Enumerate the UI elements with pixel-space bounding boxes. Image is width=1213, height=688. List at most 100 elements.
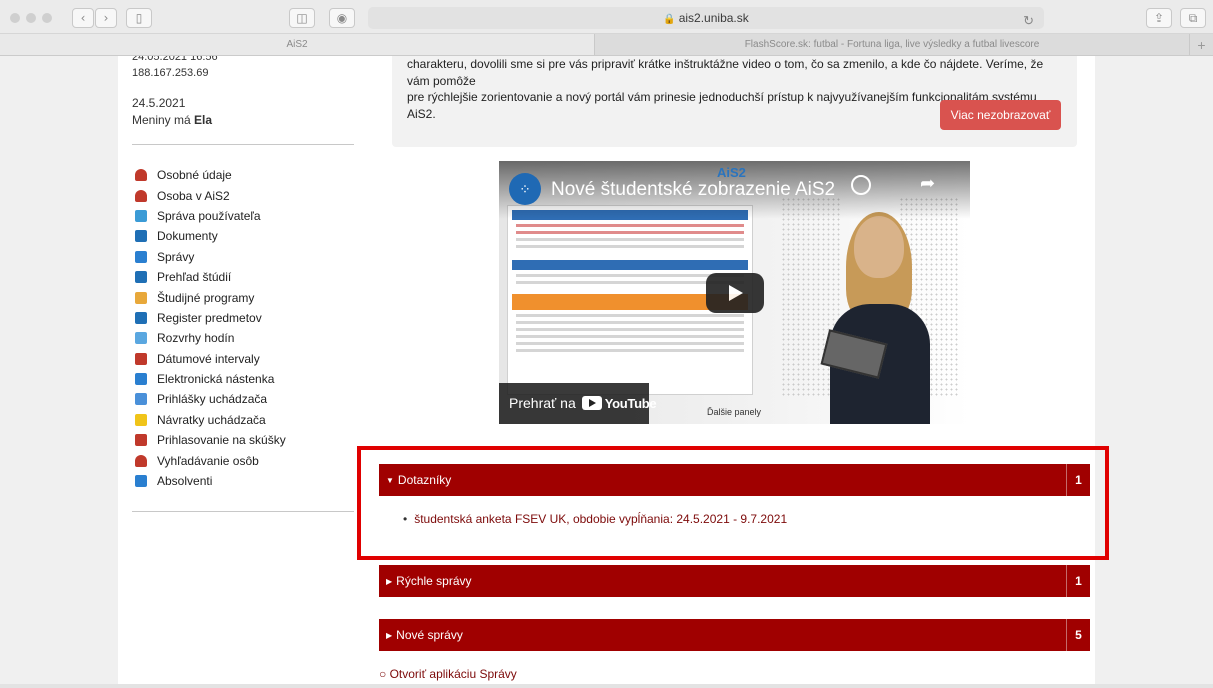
divider xyxy=(132,511,354,513)
sidebar-item-label: Elektronická nástenka xyxy=(157,372,275,387)
person-icon xyxy=(135,169,147,182)
panel-title-text: Rýchle správy xyxy=(396,574,472,588)
watch-later-icon[interactable] xyxy=(851,175,871,195)
youtube-prefix: Prehrať na xyxy=(509,395,576,411)
sidebar-item-osobne-udaje[interactable]: Osobné údaje xyxy=(132,165,357,185)
dismiss-button[interactable]: Viac nezobrazovať xyxy=(940,100,1061,130)
sidebar-item-label: Prehľad štúdií xyxy=(157,270,232,285)
sidebar: 24.05.2021 16:56 188.167.253.69 24.5.202… xyxy=(132,56,357,532)
video-player[interactable]: AiS2 ⁘ Nové študentské zobrazenie AiS2 ➦… xyxy=(499,161,970,424)
sidebar-item-sprava-pouzivatela[interactable]: Správa používateľa xyxy=(132,206,357,226)
ip-address: 188.167.253.69 xyxy=(132,67,209,79)
share-icon[interactable]: ⇪ xyxy=(1146,8,1172,28)
bottom-edge xyxy=(0,684,1213,688)
lock-icon: 🔒 xyxy=(663,14,676,25)
youtube-logo-icon xyxy=(581,396,602,411)
tab-ais2[interactable]: AiS2 xyxy=(0,34,594,55)
panel-nove-spravy[interactable]: ▶ Nové správy 5 xyxy=(379,619,1090,651)
tabs-overview-icon[interactable]: ⧉ xyxy=(1180,8,1206,28)
sidebar-item-dokumenty[interactable]: Dokumenty xyxy=(132,226,357,246)
survey-link[interactable]: študentská anketa FSEV UK, obdobie vypĺň… xyxy=(403,512,787,526)
panel-title: ▼ Dotazníky xyxy=(386,464,451,498)
channel-logo-icon[interactable]: ⁘ xyxy=(509,173,541,205)
sidebar-item-prihlasovanie-na-skusky[interactable]: Prihlasovanie na skúšky xyxy=(132,430,357,450)
sidebar-toggle-icon[interactable]: ▯ xyxy=(126,8,152,28)
last-login-time: 24.05.2021 16:56 xyxy=(132,56,218,63)
panel-title-text: Nové správy xyxy=(396,628,463,642)
panel-rychle-spravy[interactable]: ▶ Rýchle správy 1 xyxy=(379,565,1090,597)
new-tab-button[interactable]: + xyxy=(1189,34,1213,55)
board-icon xyxy=(135,373,147,386)
sidebar-item-prihlasky-uchadzaca[interactable]: Prihlášky uchádzača xyxy=(132,389,357,409)
sidebar-item-label: Prihlasovanie na skúšky xyxy=(157,433,286,448)
ais2-brand: AiS2 xyxy=(717,165,746,180)
search-person-icon xyxy=(135,454,147,467)
sidebar-item-osoba-v-ais2[interactable]: Osoba v AiS2 xyxy=(132,185,357,205)
youtube-word: YouTube xyxy=(604,396,657,411)
url-text: ais2.uniba.sk xyxy=(678,11,749,25)
panel-dotazniky[interactable]: ▼ Dotazníky 1 xyxy=(379,464,1090,496)
tab-flashscore[interactable]: FlashScore.sk: futbal - Fortuna liga, li… xyxy=(594,34,1189,55)
open-messages-link[interactable]: ○ Otvoriť aplikáciu Správy xyxy=(379,667,517,681)
presenter-figure xyxy=(820,212,934,424)
overview-icon xyxy=(135,271,147,284)
close-window-icon[interactable] xyxy=(10,13,20,23)
sidebar-item-label: Dátumové intervaly xyxy=(157,351,260,366)
video-caption: Ďalšie panely xyxy=(707,407,762,417)
sidebar-item-label: Register predmetov xyxy=(157,310,262,325)
org-chart-icon xyxy=(135,209,147,222)
sidebar-item-absolventi[interactable]: Absolventi xyxy=(132,471,357,491)
notice-line: charakteru, dovolili sme si pre vás prip… xyxy=(407,57,1044,88)
notice-box: charakteru, dovolili sme si pre vás prip… xyxy=(392,56,1077,147)
sidebar-item-label: Študijné programy xyxy=(157,290,255,305)
sidebar-item-label: Návratky uchádzača xyxy=(157,412,266,427)
sidebar-item-vyhladavanie-osob[interactable]: Vyhľadávanie osôb xyxy=(132,450,357,470)
back-icon[interactable]: ‹ xyxy=(72,8,94,28)
sidebar-item-prehlad-studii[interactable]: Prehľad štúdií xyxy=(132,267,357,287)
sidebar-item-spravy[interactable]: Správy xyxy=(132,247,357,267)
sidebar-item-rozvrhy-hodin[interactable]: Rozvrhy hodín xyxy=(132,328,357,348)
panel-title: ▶ Nové správy xyxy=(386,619,463,653)
program-icon xyxy=(135,291,147,304)
sidebar-item-elektronicka-nastenka[interactable]: Elektronická nástenka xyxy=(132,369,357,389)
application-icon xyxy=(135,393,147,406)
count-badge: 5 xyxy=(1066,619,1090,651)
person-icon xyxy=(135,189,147,202)
watch-on-youtube-button[interactable]: Prehrať na YouTube xyxy=(499,383,657,424)
sidebar-item-datumove-intervaly[interactable]: Dátumové intervaly xyxy=(132,349,357,369)
schedule-icon xyxy=(135,332,147,345)
sidebar-item-studijne-programy[interactable]: Študijné programy xyxy=(132,287,357,307)
extension-icon[interactable]: ◉ xyxy=(329,8,355,28)
exam-icon xyxy=(135,434,147,447)
return-icon xyxy=(135,413,147,426)
count-badge: 1 xyxy=(1066,464,1090,496)
nameday: Meniny má Ela xyxy=(132,112,357,129)
current-date: 24.5.2021 xyxy=(132,96,186,110)
calendar-icon xyxy=(135,352,147,365)
sidebar-item-label: Prihlášky uchádzača xyxy=(157,392,268,407)
sidebar-item-label: Absolventi xyxy=(157,474,213,489)
sidebar-item-register-predmetov[interactable]: Register predmetov xyxy=(132,308,357,328)
minimize-window-icon[interactable] xyxy=(26,13,36,23)
sidebar-item-label: Rozvrhy hodín xyxy=(157,331,235,346)
page-content: 24.05.2021 16:56 188.167.253.69 24.5.202… xyxy=(0,56,1213,688)
sidebar-item-navratky-uchadzaca[interactable]: Návratky uchádzača xyxy=(132,410,357,430)
reload-icon[interactable]: ↻ xyxy=(1023,10,1034,32)
register-icon xyxy=(135,311,147,324)
address-bar[interactable]: 🔒 ais2.uniba.sk ↻ xyxy=(368,7,1044,29)
expanded-triangle-icon: ▼ xyxy=(386,476,394,485)
nameday-name: Ela xyxy=(194,113,213,127)
sidebar-item-label: Vyhľadávanie osôb xyxy=(157,453,259,468)
zoom-window-icon[interactable] xyxy=(42,13,52,23)
forward-icon[interactable]: › xyxy=(95,8,117,28)
video-title[interactable]: Nové študentské zobrazenie AiS2 xyxy=(551,179,835,201)
sidebar-item-label: Dokumenty xyxy=(157,229,218,244)
count-badge: 1 xyxy=(1066,565,1090,597)
sidebar-item-label: Správa používateľa xyxy=(157,208,261,223)
tab-bar: AiS2 FlashScore.sk: futbal - Fortuna lig… xyxy=(0,34,1213,56)
sidebar-item-label: Správy xyxy=(157,249,195,264)
sidebar-item-label: Osoba v AiS2 xyxy=(157,188,230,203)
play-button-icon[interactable] xyxy=(706,273,764,313)
reader-icon[interactable]: ◫ xyxy=(289,8,315,28)
share-arrow-icon[interactable]: ➦ xyxy=(920,173,935,194)
